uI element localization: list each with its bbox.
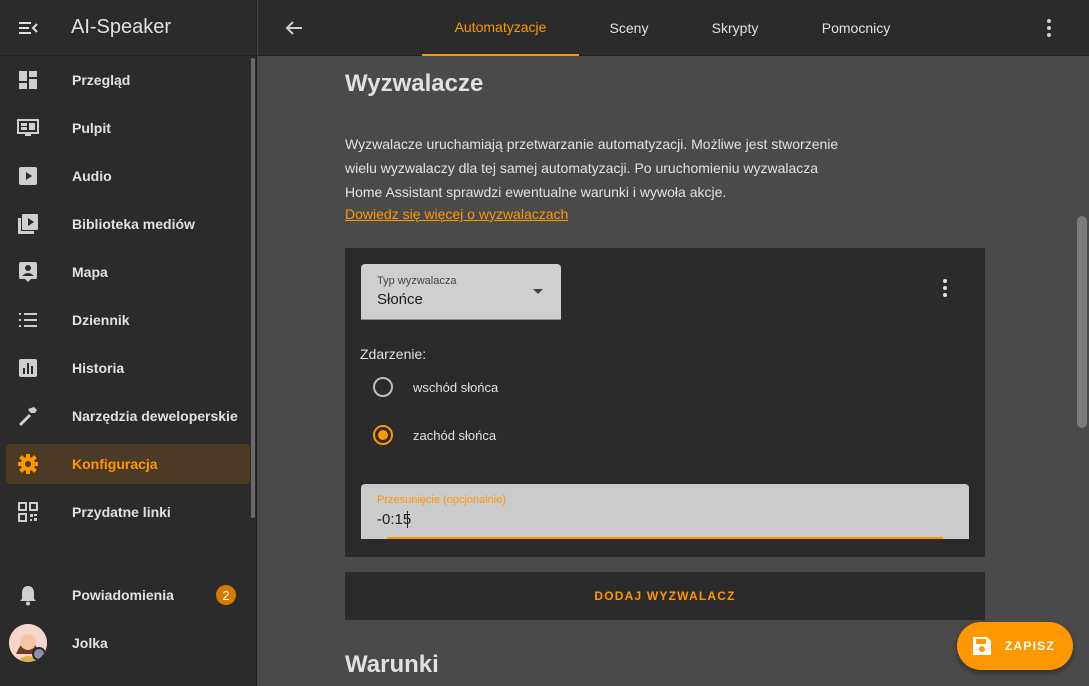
description-line: Wyzwalacze uruchamiają przetwarzanie aut… <box>345 136 839 152</box>
sidebar-item-mapa[interactable]: Mapa <box>6 252 250 292</box>
learn-more-triggers-link[interactable]: Dowiedz się więcej o wyzwalaczach <box>345 206 568 222</box>
menu-toggle-button[interactable] <box>0 0 56 56</box>
trigger-type-select[interactable]: Typ wyzwalacza Słońce <box>361 264 561 320</box>
bell-icon <box>6 584 50 606</box>
sidebar-item-audio[interactable]: Audio <box>6 156 250 196</box>
dashboard-icon <box>6 70 50 90</box>
tab-pomocnicy[interactable]: Pomocnicy <box>791 0 921 56</box>
sidebar-item-label: Przegląd <box>72 72 131 88</box>
offset-label: Przesunięcie (opcjonalnie) <box>377 494 507 506</box>
radio-option-sunrise[interactable]: wschód słońca <box>373 375 498 399</box>
sidebar-item-biblioteka[interactable]: Biblioteka mediów <box>6 204 250 244</box>
format-list-icon <box>6 311 50 329</box>
sidebar-item-pulpit[interactable]: Pulpit <box>6 108 250 148</box>
notification-count-badge: 2 <box>216 585 236 605</box>
play-box-icon <box>6 166 50 186</box>
trigger-menu-icon[interactable] <box>933 276 957 300</box>
sidebar-item-label: Historia <box>72 360 125 376</box>
save-button[interactable]: ZAPISZ <box>957 622 1073 670</box>
sunrise-radio[interactable] <box>373 377 393 397</box>
dropdown-arrow-icon <box>533 289 543 294</box>
main-scrollbar-thumb[interactable] <box>1077 216 1087 428</box>
sidebar-bottom: Powiadomienia 2 Jolka <box>0 575 256 671</box>
sidebar-item-label: Mapa <box>72 264 108 280</box>
sidebar-item-label: Pulpit <box>72 120 111 136</box>
sidebar-item-konfiguracja[interactable]: Konfiguracja <box>6 444 250 484</box>
sidebar-scrollbar[interactable] <box>251 58 255 518</box>
chart-box-icon <box>6 358 50 378</box>
trigger-type-label: Typ wyzwalacza <box>377 275 457 287</box>
sidebar-item-label: Audio <box>72 168 112 184</box>
menu-open-icon <box>19 21 38 34</box>
description-line: wielu wyzwalaczy dla tej samej automatyz… <box>345 160 819 176</box>
sunset-label: zachód słońca <box>413 427 497 443</box>
sunrise-label: wschód słońca <box>413 379 499 395</box>
sidebar-item-dziennik[interactable]: Dziennik <box>6 300 250 340</box>
triggers-description: Wyzwalacze uruchamiają przetwarzanie aut… <box>345 132 865 204</box>
conditions-title: Warunki <box>345 651 439 678</box>
sidebar-item-label: Narzędzia deweloperskie <box>72 408 238 424</box>
media-library-icon <box>6 213 50 235</box>
gear-icon <box>6 453 50 475</box>
avatar <box>9 624 47 662</box>
sidebar-item-przeglad[interactable]: Przegląd <box>6 60 250 100</box>
tab-automatyzacje[interactable]: Automatyzacje <box>422 0 579 56</box>
sidebar-item-narzedzia[interactable]: Narzędzia deweloperskie <box>6 396 250 436</box>
sidebar-item-label: Powiadomienia <box>72 587 174 603</box>
app-title: AI-Speaker <box>71 16 172 38</box>
sidebar-item-label: Biblioteka mediów <box>72 216 195 232</box>
event-label: Zdarzenie: <box>360 346 427 362</box>
description-line: Home Assistant sprawdzi ewentualne warun… <box>345 184 727 200</box>
more-vert-icon[interactable] <box>1037 16 1061 40</box>
offset-field[interactable]: Przesunięcie (opcjonalnie) -0:15 <box>361 484 969 539</box>
focus-underline <box>387 537 943 539</box>
monitor-dashboard-icon <box>6 118 50 138</box>
hammer-icon <box>6 405 50 427</box>
sidebar-item-label: Przydatne linki <box>72 504 171 520</box>
sidebar: AI-Speaker Przegląd Pulpit Audio Bibliot… <box>0 0 257 686</box>
tab-sceny[interactable]: Sceny <box>579 0 679 56</box>
sidebar-item-label: Konfiguracja <box>72 456 158 472</box>
sidebar-item-historia[interactable]: Historia <box>6 348 250 388</box>
back-arrow-icon[interactable] <box>282 16 306 40</box>
trigger-type-value: Słońce <box>377 291 423 308</box>
sidebar-item-label: Dziennik <box>72 312 130 328</box>
top-app-bar: Automatyzacje Sceny Skrypty Pomocnicy <box>258 0 1089 56</box>
tab-skrypty[interactable]: Skrypty <box>679 0 791 56</box>
sunset-radio[interactable] <box>373 425 393 445</box>
trigger-card: Typ wyzwalacza Słońce Zdarzenie: wschód … <box>345 248 985 557</box>
qrcode-icon <box>6 502 50 522</box>
sidebar-item-linki[interactable]: Przydatne linki <box>6 492 250 532</box>
sidebar-header: AI-Speaker <box>0 0 256 56</box>
sidebar-item-powiadomienia[interactable]: Powiadomienia 2 <box>6 575 250 615</box>
user-name: Jolka <box>72 635 108 651</box>
radio-option-sunset[interactable]: zachód słońca <box>373 423 496 447</box>
account-box-icon <box>6 261 50 283</box>
avatar-wrapper <box>6 624 50 662</box>
add-trigger-button[interactable]: DODAJ WYZWALACZ <box>345 572 985 620</box>
main-scrollbar[interactable] <box>1075 56 1089 686</box>
save-icon <box>970 634 994 658</box>
sidebar-item-user[interactable]: Jolka <box>6 623 250 663</box>
sidebar-nav-list: Przegląd Pulpit Audio Biblioteka mediów … <box>0 60 256 540</box>
save-button-label: ZAPISZ <box>1005 639 1055 653</box>
triggers-title: Wyzwalacze <box>345 70 484 97</box>
text-cursor <box>407 511 408 528</box>
